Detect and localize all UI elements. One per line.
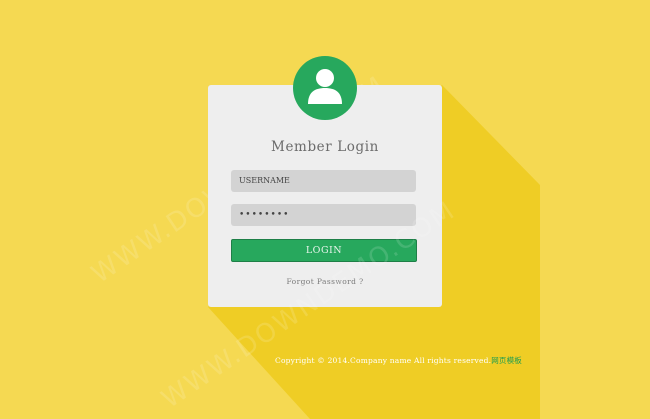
user-icon [308, 69, 342, 104]
copyright-text: Copyright © 2014.Company name All rights… [275, 356, 492, 365]
username-field[interactable]: USERNAME [231, 170, 416, 192]
page-title: Member Login [271, 139, 379, 155]
forgot-password-link[interactable]: Forgot Password ? [208, 277, 442, 286]
template-link[interactable]: 网页模板 [491, 356, 522, 365]
password-field[interactable]: •••••••• [231, 204, 416, 226]
password-value: •••••••• [239, 210, 290, 220]
footer-copyright: Copyright © 2014.Company name All rights… [275, 355, 522, 366]
login-button[interactable]: LOGIN [231, 239, 417, 262]
avatar [293, 56, 357, 120]
username-value: USERNAME [239, 176, 290, 185]
